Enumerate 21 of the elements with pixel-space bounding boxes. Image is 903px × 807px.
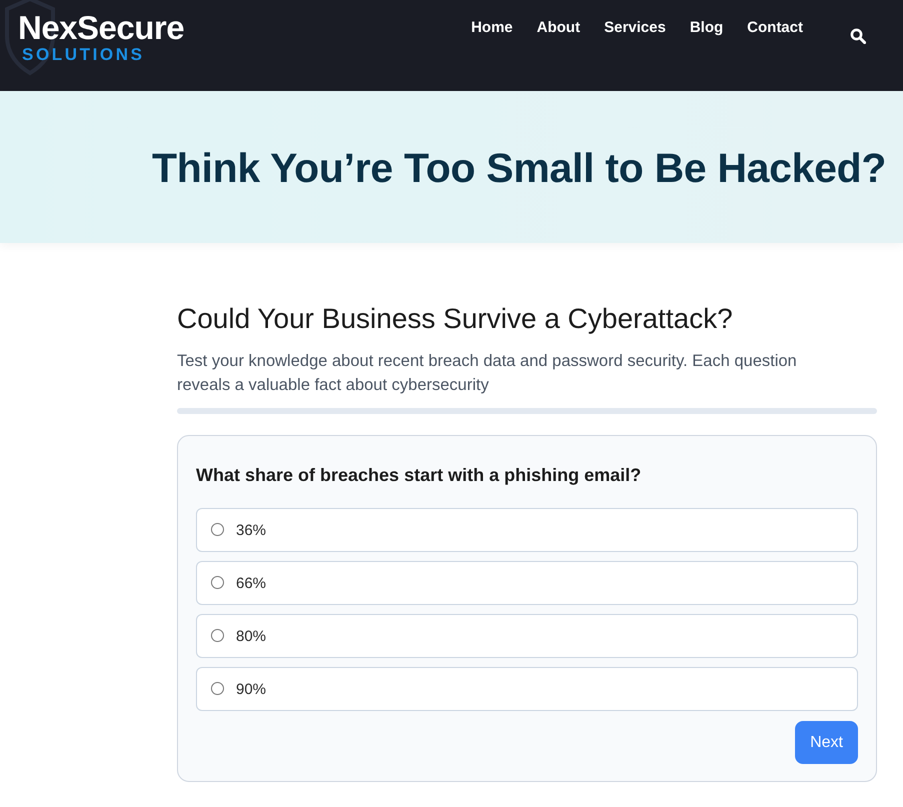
search-icon[interactable]: [850, 28, 866, 44]
logo-wordmark[interactable]: NexSecure: [18, 10, 184, 46]
answer-option[interactable]: 66%: [196, 561, 858, 605]
radio-button[interactable]: [211, 522, 224, 536]
radio-button[interactable]: [211, 628, 224, 642]
nav-link[interactable]: Contact: [747, 18, 803, 38]
answer-option[interactable]: 36%: [196, 508, 858, 552]
quiz-intro: Test your knowledge about recent breach data and password security. Each question reveals a valuable fact about cybersecurity: [177, 351, 798, 396]
question-text: What share of breaches start with a phishing email?: [196, 464, 642, 486]
answer-option[interactable]: 90%: [196, 667, 858, 711]
next-button[interactable]: Next: [795, 721, 858, 764]
hero-title: Think You’re Too Small to Be Hacked?: [152, 144, 886, 192]
nav-link[interactable]: Services: [604, 18, 666, 38]
radio-button[interactable]: [211, 682, 224, 694]
nav-link[interactable]: About: [536, 18, 580, 38]
answer-option[interactable]: 80%: [196, 614, 858, 658]
nav-link[interactable]: Blog: [690, 18, 724, 38]
radio-button[interactable]: [211, 576, 224, 588]
logo-tagline: SOLUTIONS: [22, 46, 146, 64]
quiz-title: Could Your Business Survive a Cyberattack?: [177, 302, 734, 336]
nav-link[interactable]: Home: [471, 18, 513, 38]
